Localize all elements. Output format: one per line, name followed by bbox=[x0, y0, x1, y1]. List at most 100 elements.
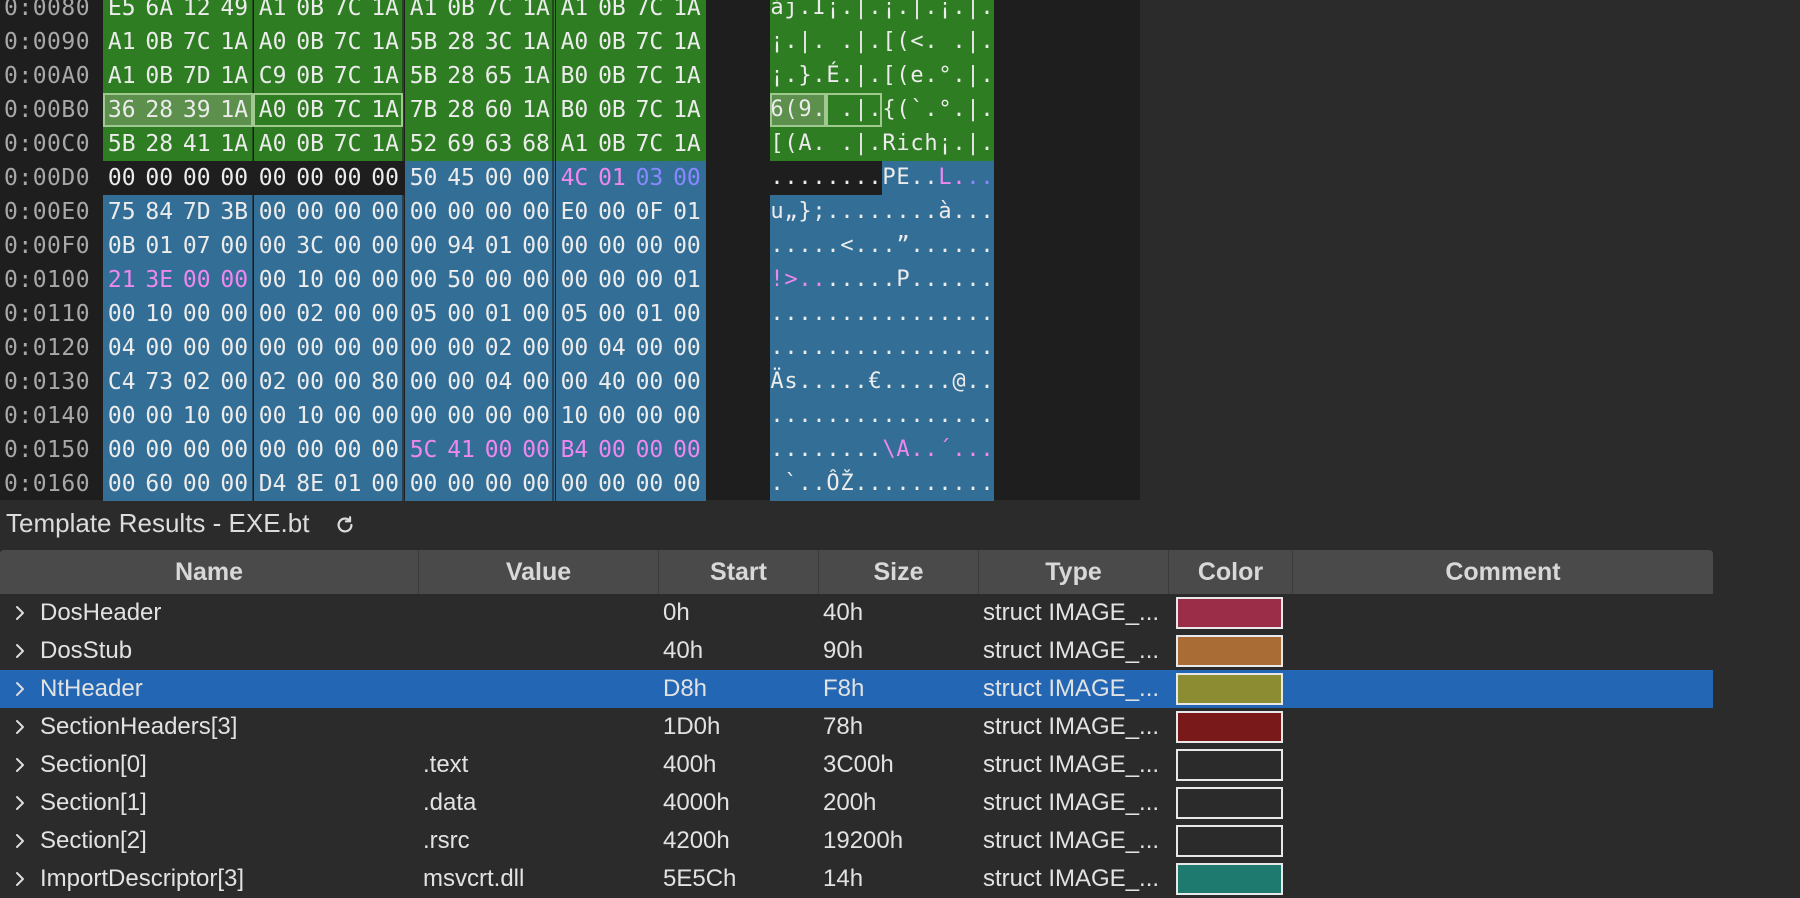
hex-byte[interactable]: 0B bbox=[593, 93, 631, 127]
ascii-char[interactable]: . bbox=[952, 399, 966, 433]
column-header-value[interactable]: Value bbox=[419, 550, 659, 594]
hex-byte[interactable]: 00 bbox=[593, 195, 631, 229]
hex-byte[interactable]: 00 bbox=[178, 331, 216, 365]
hex-byte[interactable]: 00 bbox=[593, 229, 631, 263]
ascii-char[interactable]: . bbox=[854, 365, 868, 399]
ascii-char[interactable]: . bbox=[854, 195, 868, 229]
ascii-char[interactable]: . bbox=[826, 195, 840, 229]
ascii-char[interactable]: . bbox=[798, 161, 812, 195]
hex-byte[interactable]: 00 bbox=[404, 365, 443, 399]
hex-byte[interactable]: C9 bbox=[253, 59, 292, 93]
hex-byte[interactable]: 00 bbox=[555, 229, 594, 263]
ascii-char[interactable]: . bbox=[840, 161, 854, 195]
ascii-char[interactable]: . bbox=[924, 263, 938, 297]
ascii-char[interactable]: . bbox=[840, 331, 854, 365]
hex-byte[interactable]: B0 bbox=[555, 93, 594, 127]
hex-byte[interactable]: 7C bbox=[630, 59, 669, 93]
ascii-char[interactable]: . bbox=[896, 467, 910, 501]
hex-byte[interactable]: 0F bbox=[630, 195, 669, 229]
ascii-char[interactable]: . bbox=[910, 161, 924, 195]
ascii-char[interactable]: E bbox=[896, 161, 910, 195]
ascii-char[interactable]: . bbox=[924, 229, 938, 263]
hex-byte[interactable]: 0B bbox=[140, 25, 178, 59]
hex-byte[interactable]: 28 bbox=[140, 93, 178, 127]
hex-byte[interactable]: 00 bbox=[291, 195, 329, 229]
ascii-char[interactable]: . bbox=[784, 161, 798, 195]
chevron-right-icon[interactable] bbox=[10, 869, 30, 889]
ascii-char[interactable]: . bbox=[896, 297, 910, 331]
ascii-char[interactable]: . bbox=[826, 331, 840, 365]
ascii-char[interactable]: . bbox=[910, 297, 924, 331]
ascii-char[interactable]: P bbox=[896, 263, 910, 297]
hex-byte[interactable]: 00 bbox=[630, 467, 669, 501]
hex-byte[interactable]: 1A bbox=[366, 59, 404, 93]
hex-byte[interactable]: 0B bbox=[593, 59, 631, 93]
ascii-char[interactable]: . bbox=[784, 25, 798, 59]
ascii-char[interactable]: . bbox=[966, 433, 980, 467]
hex-byte[interactable]: 00 bbox=[215, 263, 253, 297]
ascii-char[interactable]: . bbox=[840, 263, 854, 297]
hex-byte[interactable]: 00 bbox=[593, 399, 631, 433]
ascii-char[interactable]: . bbox=[770, 161, 784, 195]
ascii-char[interactable]: | bbox=[966, 25, 980, 59]
ascii-char[interactable]: . bbox=[812, 161, 826, 195]
ascii-char[interactable]: . bbox=[784, 59, 798, 93]
hex-byte[interactable]: 01 bbox=[668, 195, 706, 229]
hex-byte[interactable]: 00 bbox=[328, 229, 367, 263]
hex-byte[interactable]: 3C bbox=[291, 229, 329, 263]
hex-byte[interactable]: 7C bbox=[630, 0, 669, 25]
hex-byte[interactable]: 0B bbox=[442, 0, 480, 25]
hex-byte[interactable]: 28 bbox=[442, 59, 480, 93]
hex-row[interactable]: 0:00A0 A1 ¡ 0B. 7D} 1A. C9 É 0B. 7C | 1A. 5B [28 (65 e 1… bbox=[0, 59, 1140, 93]
ascii-char[interactable]: . bbox=[896, 365, 910, 399]
ascii-char[interactable]: | bbox=[854, 25, 868, 59]
hex-byte[interactable]: 00 bbox=[215, 433, 253, 467]
column-header-comment[interactable]: Comment bbox=[1293, 550, 1713, 594]
hex-byte[interactable]: 01 bbox=[479, 229, 518, 263]
ascii-char[interactable]: . bbox=[952, 59, 966, 93]
hex-byte[interactable]: 36 bbox=[103, 93, 141, 127]
ascii-char[interactable]: \ bbox=[882, 433, 896, 467]
ascii-char[interactable]: . bbox=[812, 25, 826, 59]
hex-byte[interactable]: 0B bbox=[291, 25, 329, 59]
ascii-char[interactable]: < bbox=[840, 229, 854, 263]
hex-byte[interactable]: 7D bbox=[178, 59, 216, 93]
ascii-char[interactable]: . bbox=[952, 161, 966, 195]
ascii-char[interactable]: | bbox=[966, 93, 980, 127]
ascii-char[interactable]: . bbox=[868, 399, 882, 433]
hex-byte[interactable]: 5B bbox=[404, 25, 443, 59]
ascii-char[interactable]: . bbox=[980, 127, 994, 161]
hex-byte[interactable]: 84 bbox=[140, 195, 178, 229]
hex-byte[interactable]: 00 bbox=[668, 467, 706, 501]
ascii-char[interactable]: . bbox=[854, 467, 868, 501]
ascii-char[interactable]: . bbox=[980, 263, 994, 297]
hex-byte[interactable]: 7C bbox=[328, 25, 367, 59]
ascii-char[interactable]: . bbox=[826, 399, 840, 433]
hex-byte[interactable]: 63 bbox=[479, 127, 518, 161]
ascii-char[interactable] bbox=[826, 93, 840, 127]
hex-byte[interactable]: 00 bbox=[178, 433, 216, 467]
hex-byte[interactable]: 3C bbox=[479, 25, 518, 59]
ascii-char[interactable]: ´ bbox=[938, 433, 952, 467]
hex-byte[interactable]: 05 bbox=[555, 297, 594, 331]
hex-byte[interactable]: 7C bbox=[178, 25, 216, 59]
hex-byte[interactable]: 8E bbox=[291, 467, 329, 501]
hex-byte[interactable]: 00 bbox=[555, 263, 594, 297]
ascii-char[interactable]: ¡ bbox=[770, 59, 784, 93]
hex-byte[interactable]: 0B bbox=[291, 127, 329, 161]
hex-byte[interactable]: 00 bbox=[555, 331, 594, 365]
ascii-char[interactable]: . bbox=[812, 93, 826, 127]
hex-row[interactable]: 0:0100 21! 3E >00. 00. 00. 10. 00. 00. 00. 50 P 00. 0… bbox=[0, 263, 1140, 297]
hex-byte[interactable]: 00 bbox=[404, 467, 443, 501]
ascii-char[interactable]: . bbox=[812, 127, 826, 161]
ascii-char[interactable]: . bbox=[868, 433, 882, 467]
hex-byte[interactable]: 7C bbox=[479, 0, 518, 25]
ascii-char[interactable]: . bbox=[854, 297, 868, 331]
hex-byte[interactable]: 00 bbox=[215, 331, 253, 365]
ascii-char[interactable]: . bbox=[882, 467, 896, 501]
ascii-char[interactable]: . bbox=[770, 229, 784, 263]
hex-byte[interactable]: 10 bbox=[178, 399, 216, 433]
hex-byte[interactable]: 00 bbox=[328, 365, 367, 399]
hex-byte[interactable]: 00 bbox=[479, 433, 518, 467]
hex-byte[interactable]: 00 bbox=[215, 365, 253, 399]
